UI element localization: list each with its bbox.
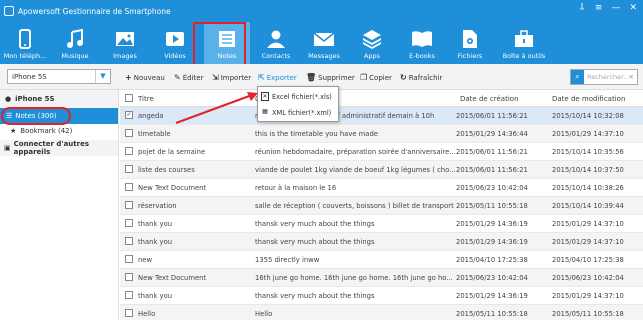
annotation-arrow — [175, 92, 258, 124]
